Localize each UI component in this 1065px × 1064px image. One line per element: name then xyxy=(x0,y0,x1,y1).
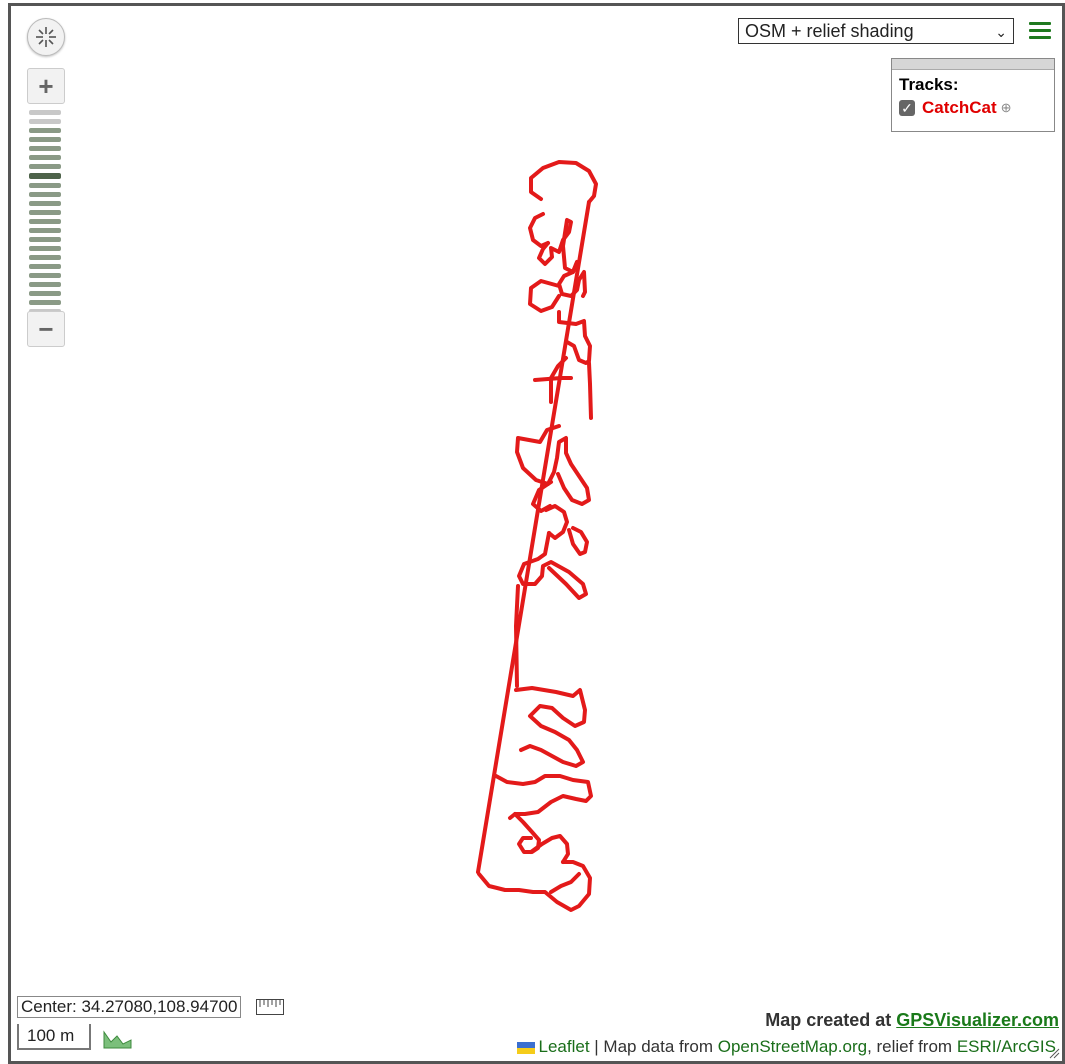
resize-icon[interactable] xyxy=(1048,1047,1060,1059)
zoom-in-icon: + xyxy=(38,70,54,101)
elevation-profile-icon[interactable] xyxy=(103,1028,133,1050)
zoom-level-tick[interactable] xyxy=(29,183,61,188)
base-layer-value: OSM + relief shading xyxy=(745,20,914,41)
zoom-level-tick[interactable] xyxy=(29,201,61,206)
zoom-level-tick[interactable] xyxy=(29,155,61,160)
credit-prefix: Map created at xyxy=(765,1010,897,1030)
track-name[interactable]: CatchCat xyxy=(922,98,997,118)
track-catchcat[interactable] xyxy=(476,160,598,912)
base-layer-select[interactable]: OSM + relief shading ⌄ xyxy=(738,18,1014,44)
tracks-title: Tracks: xyxy=(899,75,959,94)
zoom-level-tick[interactable] xyxy=(29,128,61,133)
esri-link[interactable]: ESRI/ArcGIS xyxy=(957,1037,1056,1056)
track-checkbox[interactable]: ✓ xyxy=(899,100,915,116)
gpsvisualizer-link[interactable]: GPSVisualizer.com xyxy=(896,1010,1059,1030)
zoom-level-tick[interactable] xyxy=(29,137,61,142)
attribution-sep-1: | Map data from xyxy=(589,1037,718,1056)
center-coordinates: Center: 34.27080,108.94700 xyxy=(17,996,242,1018)
zoom-level-tick[interactable] xyxy=(29,300,61,305)
zoom-level-tick[interactable] xyxy=(29,192,61,197)
zoom-level-tick[interactable] xyxy=(29,255,61,260)
ruler-icon[interactable] xyxy=(256,999,284,1015)
chevron-down-icon: ⌄ xyxy=(995,24,1007,40)
tracks-panel-header[interactable] xyxy=(892,59,1054,70)
leaflet-link[interactable]: Leaflet xyxy=(539,1037,590,1056)
map-canvas[interactable]: + − OSM + relief shading ⌄ Tracks: ✓ Cat… xyxy=(8,3,1065,1064)
zoom-level-tick[interactable] xyxy=(29,146,61,151)
zoom-level-tick[interactable] xyxy=(29,219,61,224)
zoom-level-tick[interactable] xyxy=(29,110,61,115)
zoom-level-tick[interactable] xyxy=(29,228,61,233)
zoom-out-icon: − xyxy=(38,313,54,344)
zoom-level-tick[interactable] xyxy=(29,273,61,278)
osm-link[interactable]: OpenStreetMap.org xyxy=(718,1037,867,1056)
map-credit: Map created at GPSVisualizer.com xyxy=(765,1010,1059,1031)
zoom-level-tick[interactable] xyxy=(29,210,61,215)
zoom-out-button[interactable]: − xyxy=(27,311,65,347)
crosshair-icon[interactable]: ⊕ xyxy=(1001,100,1012,116)
recenter-button[interactable] xyxy=(27,18,65,56)
zoom-level-tick[interactable] xyxy=(29,173,61,179)
zoom-level-tick[interactable] xyxy=(29,164,61,169)
recenter-icon xyxy=(36,27,56,47)
zoom-in-button[interactable]: + xyxy=(27,68,65,104)
menu-icon[interactable] xyxy=(1029,22,1051,40)
zoom-level-tick[interactable] xyxy=(29,237,61,242)
track-layer xyxy=(476,160,598,912)
zoom-level-tick[interactable] xyxy=(29,246,61,251)
zoom-level-tick[interactable] xyxy=(29,282,61,287)
tracks-panel: Tracks: ✓ CatchCat ⊕ xyxy=(891,58,1055,132)
zoom-level-tick[interactable] xyxy=(29,291,61,296)
ukraine-flag-icon xyxy=(516,1041,535,1054)
attribution: Leaflet | Map data from OpenStreetMap.or… xyxy=(516,1037,1056,1057)
attribution-sep-2: , relief from xyxy=(867,1037,957,1056)
zoom-level-slider[interactable] xyxy=(29,110,61,318)
zoom-level-tick[interactable] xyxy=(29,119,61,124)
track-item: ✓ CatchCat ⊕ xyxy=(899,98,1012,118)
scale-bar: 100 m xyxy=(17,1024,91,1050)
zoom-level-tick[interactable] xyxy=(29,264,61,269)
